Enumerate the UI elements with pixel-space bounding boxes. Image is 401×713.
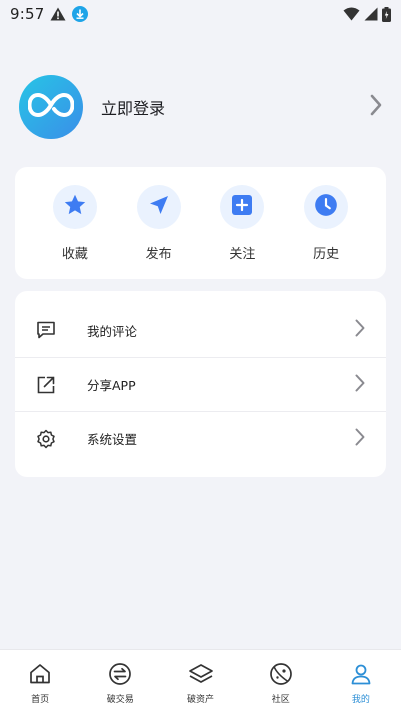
menu-label: 分享APP <box>87 378 136 393</box>
menu-card: 我的评论 分享APP 系统设置 <box>15 291 386 477</box>
quick-item-follow[interactable]: 关注 <box>207 185 277 262</box>
quick-label: 历史 <box>313 247 340 262</box>
plus-square-icon <box>231 194 253 220</box>
menu-item-settings[interactable]: 系统设置 <box>15 411 386 465</box>
login-label[interactable]: 立即登录 <box>101 95 165 119</box>
clock-icon <box>313 192 339 222</box>
quick-icon-bg <box>304 185 349 229</box>
user-icon <box>349 662 373 690</box>
bottom-nav: 首页 破交易 破资产 社区 我的 <box>0 649 401 713</box>
chevron-right-icon <box>354 373 366 397</box>
quick-item-favorites[interactable]: 收藏 <box>40 185 110 262</box>
quick-item-publish[interactable]: 发布 <box>124 185 194 262</box>
quick-icon-bg <box>136 185 181 229</box>
share-icon <box>35 374 57 396</box>
signal-icon <box>364 7 378 21</box>
quick-label: 收藏 <box>61 247 88 262</box>
home-icon <box>28 662 52 690</box>
nav-assets[interactable]: 破资产 <box>160 650 240 713</box>
gear-icon <box>35 428 57 450</box>
menu-item-share[interactable]: 分享APP <box>15 357 386 411</box>
menu-item-comments[interactable]: 我的评论 <box>15 303 386 357</box>
logo-icon <box>27 91 75 123</box>
chevron-right-icon <box>354 427 366 451</box>
nav-label: 破交易 <box>106 695 134 705</box>
nav-mine[interactable]: 我的 <box>321 650 401 713</box>
nav-trade[interactable]: 破交易 <box>80 650 160 713</box>
send-icon <box>147 193 171 221</box>
quick-item-history[interactable]: 历史 <box>291 185 361 262</box>
quick-icon-bg <box>52 185 97 229</box>
quick-actions-card: 收藏 发布 关注 历史 <box>15 167 386 279</box>
download-icon <box>72 6 89 22</box>
nav-label: 社区 <box>271 695 290 705</box>
avatar[interactable] <box>19 75 83 139</box>
chevron-right-icon[interactable] <box>369 93 383 121</box>
nav-label: 破资产 <box>187 695 215 705</box>
wifi-icon <box>343 7 360 21</box>
layers-icon <box>188 662 214 690</box>
quick-icon-bg <box>220 185 265 229</box>
comment-icon <box>35 319 57 341</box>
battery-icon <box>382 6 391 22</box>
nav-community[interactable]: 社区 <box>241 650 321 713</box>
nav-home[interactable]: 首页 <box>0 650 80 713</box>
status-time: 9:57 <box>10 5 45 23</box>
status-bar: 9:57 <box>0 0 401 28</box>
exchange-icon <box>108 662 132 690</box>
chevron-right-icon <box>354 318 366 342</box>
nav-label: 我的 <box>351 695 370 705</box>
nav-label: 首页 <box>31 695 50 705</box>
planet-icon <box>269 662 293 690</box>
quick-label: 发布 <box>145 247 172 262</box>
quick-label: 关注 <box>229 247 256 262</box>
menu-label: 我的评论 <box>87 323 138 339</box>
warning-icon <box>50 7 66 21</box>
menu-label: 系统设置 <box>87 432 138 447</box>
star-icon <box>62 192 88 222</box>
profile-header[interactable]: 立即登录 <box>19 74 385 140</box>
